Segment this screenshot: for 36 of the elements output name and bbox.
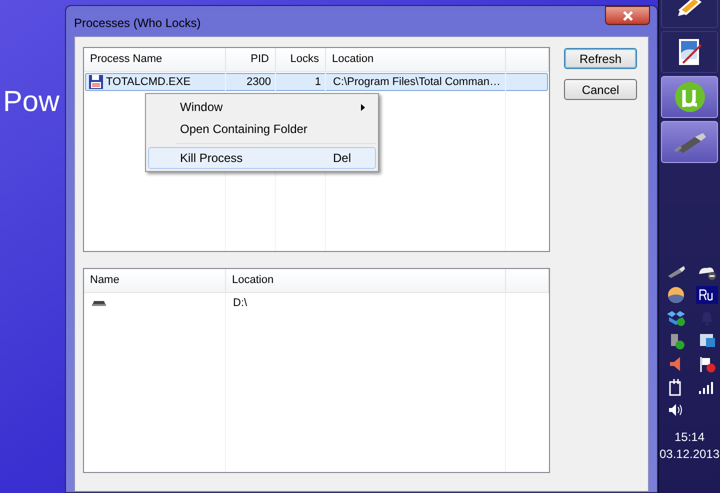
- locks-text: 1: [314, 74, 322, 90]
- column-header[interactable]: Locks: [276, 48, 326, 71]
- column-header[interactable]: Location: [326, 48, 506, 71]
- clock-date[interactable]: 03.12.2013: [659, 446, 720, 463]
- column-header[interactable]: Location: [226, 269, 506, 292]
- column-header[interactable]: Name: [84, 269, 226, 292]
- desktop-text: Pow: [3, 88, 60, 117]
- box-icon[interactable]: [665, 309, 687, 327]
- mu-logo-icon: [674, 81, 706, 113]
- dialog-button[interactable]: Cancel: [564, 79, 637, 100]
- usb-plug-icon: [672, 131, 706, 153]
- dialog-button[interactable]: Refresh: [564, 48, 637, 69]
- close-button[interactable]: [605, 6, 650, 25]
- location-text: C:\Program Files\Total Comman…: [332, 74, 502, 90]
- submenu-arrow-icon: [361, 104, 365, 110]
- close-icon: [622, 10, 634, 20]
- column-header[interactable]: Process Name: [84, 48, 226, 71]
- taskbar-button[interactable]: [661, 31, 718, 73]
- menu-item[interactable]: Window: [148, 96, 376, 118]
- paint-icon: [676, 37, 702, 67]
- clock-time[interactable]: 15:14: [674, 429, 705, 446]
- taskbar-button[interactable]: [661, 76, 718, 118]
- window-title: Processes (Who Locks): [74, 15, 201, 32]
- file-row[interactable]: D:\: [85, 294, 548, 312]
- shortcut-text: Del: [332, 150, 352, 167]
- drive-icon: [91, 299, 107, 307]
- process-row[interactable]: TOTALCMD.EXE 2300 1 C:\Program Files\Total Comman…: [85, 73, 548, 91]
- menu-item[interactable]: Kill Process Del: [148, 147, 376, 169]
- pencil-icon: [676, 0, 704, 18]
- column-header[interactable]: PID: [226, 48, 276, 71]
- weather-icon[interactable]: [665, 286, 687, 304]
- menu-item[interactable]: Open Containing Folder: [148, 118, 376, 140]
- location-text: D:\: [232, 296, 248, 311]
- language-icon[interactable]: [696, 286, 718, 304]
- process-name: TOTALCMD.EXE: [106, 74, 191, 90]
- pid-text: 2300: [246, 74, 272, 90]
